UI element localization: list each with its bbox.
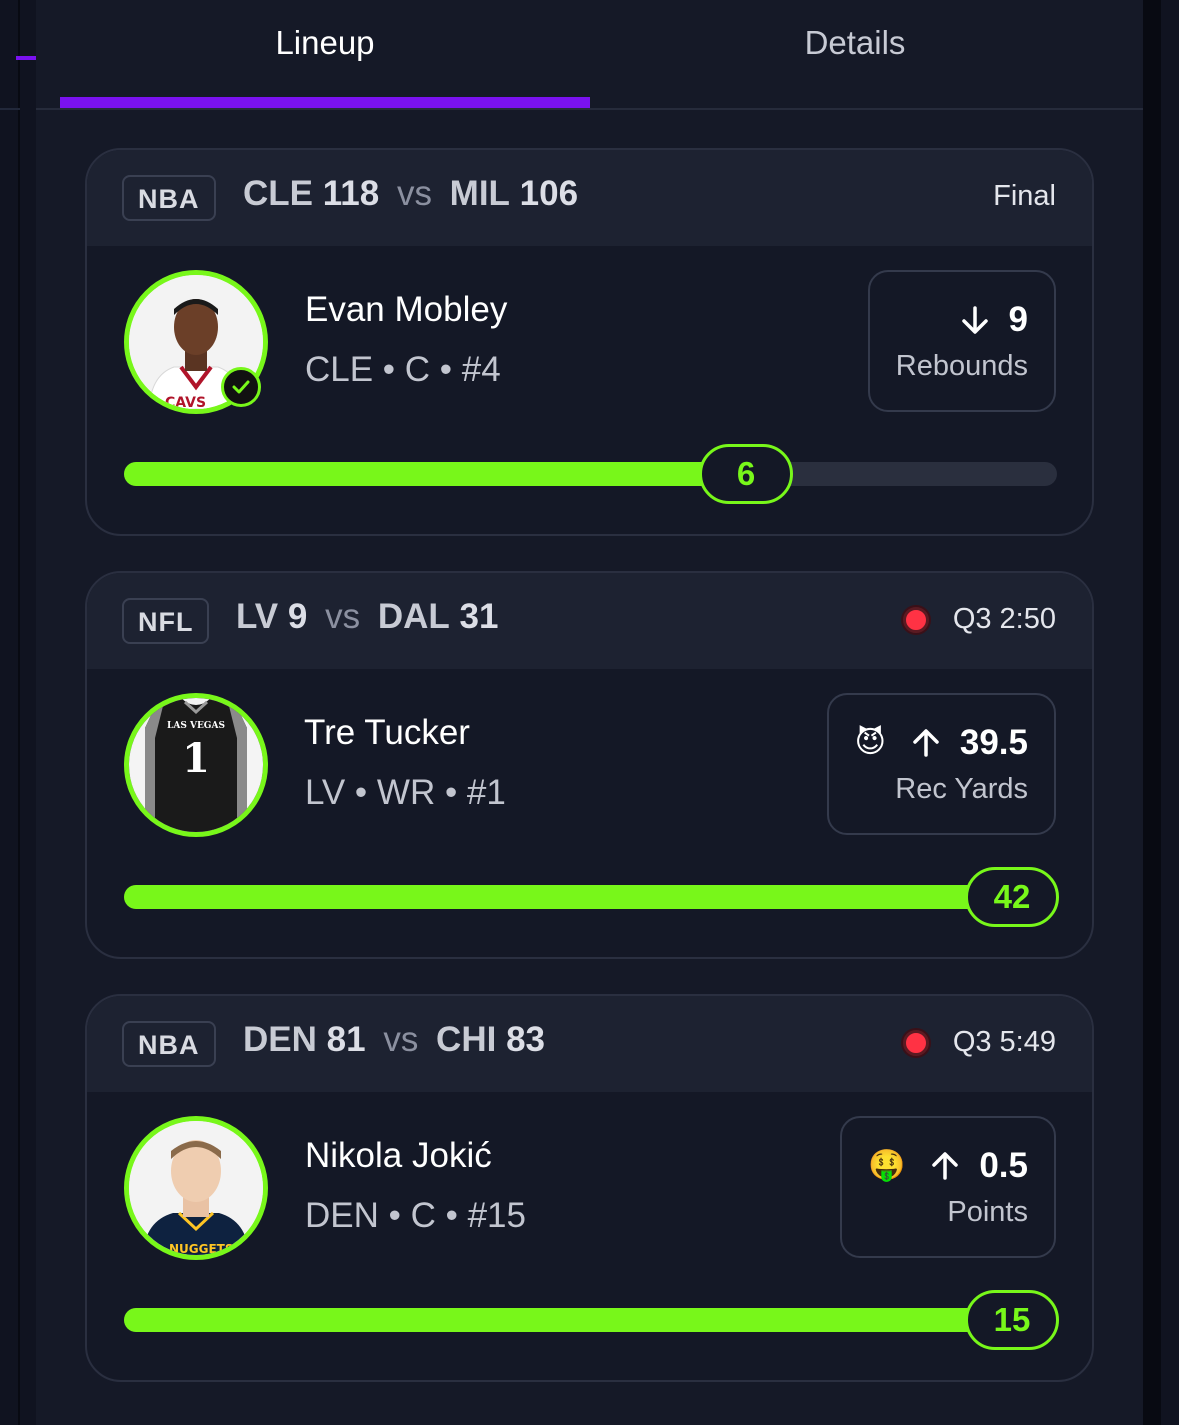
live-indicator-icon [902,606,929,633]
vs-label: vs [325,597,361,636]
smiling-devil-icon: 😈 [854,726,886,759]
game-status: Q3 2:50 [902,603,1056,636]
player-row: CAVS Evan Mobley CLE • C • #4 9 Rebounds [87,246,1092,534]
live-indicator-icon [902,1029,929,1056]
game-score: LV 9 vs DAL 31 [236,597,498,637]
player-row: NUGGETS Nikola Jokić DEN • C • #15 🤑 0.5… [87,1092,1092,1380]
team2-abbr: CHI [436,1020,497,1059]
player-name: Nikola Jokić [305,1136,492,1175]
team1-abbr: CLE [243,174,313,213]
stat-line-value: 39.5 [959,722,1028,762]
progress-track [124,1308,1057,1332]
svg-text:CAVS: CAVS [165,395,206,409]
pick-card[interactable]: NBA CLE 118 vs MIL 106 Final CAVS Evan M… [85,148,1094,536]
player-row: LAS VEGAS 1 Tre Tucker LV • WR • #1 😈 39… [87,669,1092,957]
verified-check-icon [221,367,261,407]
progress-track [124,885,1057,909]
tab-lineup[interactable]: Lineup [60,0,590,108]
stat-line-value: 0.5 [979,1145,1028,1185]
progress-value: 42 [965,867,1059,927]
svg-text:NUGGETS: NUGGETS [169,1242,234,1255]
game-status-text: Final [993,180,1056,212]
progress-fill [124,1308,1057,1332]
stat-line: 😈 39.5 [855,723,1028,763]
active-tab-indicator [60,97,590,108]
team2-score: 83 [506,1020,545,1059]
league-badge: NBA [122,1021,216,1067]
player-info: CLE • C • #4 [305,350,501,389]
progress-track [124,462,1057,486]
stat-label: Rec Yards [895,772,1028,805]
pick-card[interactable]: NFL LV 9 vs DAL 31 Q3 2:50 LAS VEGAS 1 T… [85,571,1094,959]
league-badge: NFL [122,598,210,644]
pick-card[interactable]: NBA DEN 81 vs CHI 83 Q3 5:49 NUGGETS Nik… [85,994,1094,1382]
player-headshot-icon: NUGGETS [129,1121,263,1255]
progress-value: 6 [699,444,793,504]
team1-score: 118 [322,174,380,213]
progress-fill [124,462,744,486]
player-avatar: LAS VEGAS 1 [124,693,268,837]
tab-details[interactable]: Details [590,0,1120,108]
game-score: CLE 118 vs MIL 106 [243,174,578,214]
game-header: NBA CLE 118 vs MIL 106 Final [87,150,1092,246]
game-status-text: Q3 2:50 [952,603,1056,635]
game-header: NFL LV 9 vs DAL 31 Q3 2:50 [87,573,1092,669]
team1-abbr: LV [236,597,279,636]
background-right [1143,0,1179,1425]
stat-line: 9 [959,300,1028,340]
game-status: Q3 5:49 [902,1026,1056,1059]
stat-line-box[interactable]: 😈 39.5 Rec Yards [826,693,1056,835]
team1-score: 9 [287,597,308,636]
arrow-up-icon [929,1150,961,1182]
player-avatar: NUGGETS [124,1116,268,1260]
player-name: Evan Mobley [305,290,508,329]
background-left [0,0,36,1425]
game-header: NBA DEN 81 vs CHI 83 Q3 5:49 [87,996,1092,1092]
arrow-up-icon [910,727,942,759]
arrow-down-icon [959,304,991,336]
jersey-icon: LAS VEGAS 1 [129,698,263,832]
stat-line-value: 9 [1008,299,1028,339]
stat-line-box[interactable]: 9 Rebounds [867,270,1056,412]
team2-abbr: DAL [377,597,450,636]
stat-label: Points [947,1195,1028,1228]
game-status-text: Q3 5:49 [952,1026,1056,1058]
team2-abbr: MIL [449,174,510,213]
tab-bar: Lineup Details [36,0,1143,110]
stat-label: Rebounds [895,349,1028,382]
team1-score: 81 [326,1020,366,1059]
player-info: DEN • C • #15 [305,1196,526,1235]
vs-label: vs [396,174,432,213]
team2-score: 31 [459,597,499,636]
stat-line: 🤑 0.5 [868,1146,1028,1186]
player-info: LV • WR • #1 [305,773,506,812]
league-badge: NBA [122,175,216,221]
game-status: Final [993,180,1056,213]
stat-line-box[interactable]: 🤑 0.5 Points [839,1116,1056,1258]
player-name: Tre Tucker [304,713,470,752]
progress-value: 15 [965,1290,1059,1350]
game-score: DEN 81 vs CHI 83 [243,1020,545,1060]
svg-text:LAS VEGAS: LAS VEGAS [167,721,225,731]
vs-label: vs [383,1020,419,1059]
lineup-panel: Lineup Details NBA CLE 118 vs MIL 106 Fi… [36,0,1143,1425]
svg-text:1: 1 [182,735,210,782]
progress-fill [124,885,1057,909]
money-mouth-icon: 🤑 [867,1149,906,1182]
team1-abbr: DEN [243,1020,317,1059]
team2-score: 106 [519,174,579,213]
